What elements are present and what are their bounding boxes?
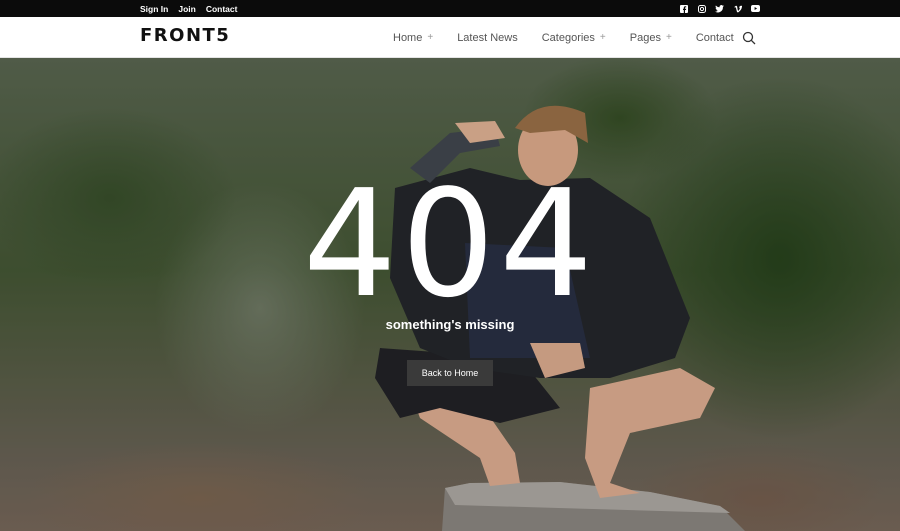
facebook-icon[interactable] <box>679 4 688 13</box>
nav-categories-label: Categories <box>541 31 595 44</box>
plus-icon: + <box>427 32 434 43</box>
search-icon[interactable] <box>742 31 756 45</box>
main-nav: Home + Latest News Categories + Pages + … <box>393 17 758 58</box>
contact-link[interactable]: Contact <box>206 4 238 14</box>
top-links: Sign In Join Contact <box>140 0 237 17</box>
nav-home[interactable]: Home + <box>393 32 433 44</box>
sign-in-link[interactable]: Sign In <box>140 4 168 14</box>
nav-contact-label: Contact <box>695 31 734 44</box>
plus-icon: + <box>599 32 606 43</box>
site-header: FRONT5 Home + Latest News Categories + P… <box>0 17 900 58</box>
error-code: 404 <box>302 158 598 330</box>
top-bar: Sign In Join Contact <box>0 0 900 17</box>
join-link[interactable]: Join <box>178 4 195 14</box>
error-message: something's missing <box>385 317 515 332</box>
vimeo-icon[interactable] <box>733 4 742 13</box>
nav-pages[interactable]: Pages + <box>630 32 672 44</box>
nav-latest-news-label: Latest News <box>457 31 518 44</box>
plus-icon: + <box>665 32 672 43</box>
site-logo[interactable]: FRONT5 <box>140 25 230 46</box>
back-to-home-button[interactable]: Back to Home <box>407 360 493 386</box>
social-links <box>679 0 760 17</box>
youtube-icon[interactable] <box>751 4 760 13</box>
instagram-icon[interactable] <box>697 4 706 13</box>
nav-categories[interactable]: Categories + <box>542 32 606 44</box>
hero-section: 404 something's missing Back to Home <box>0 58 900 531</box>
nav-pages-label: Pages <box>629 31 661 44</box>
nav-home-label: Home <box>393 31 423 44</box>
nav-latest-news[interactable]: Latest News <box>457 32 518 44</box>
nav-contact[interactable]: Contact <box>696 32 734 44</box>
twitter-icon[interactable] <box>715 4 724 13</box>
